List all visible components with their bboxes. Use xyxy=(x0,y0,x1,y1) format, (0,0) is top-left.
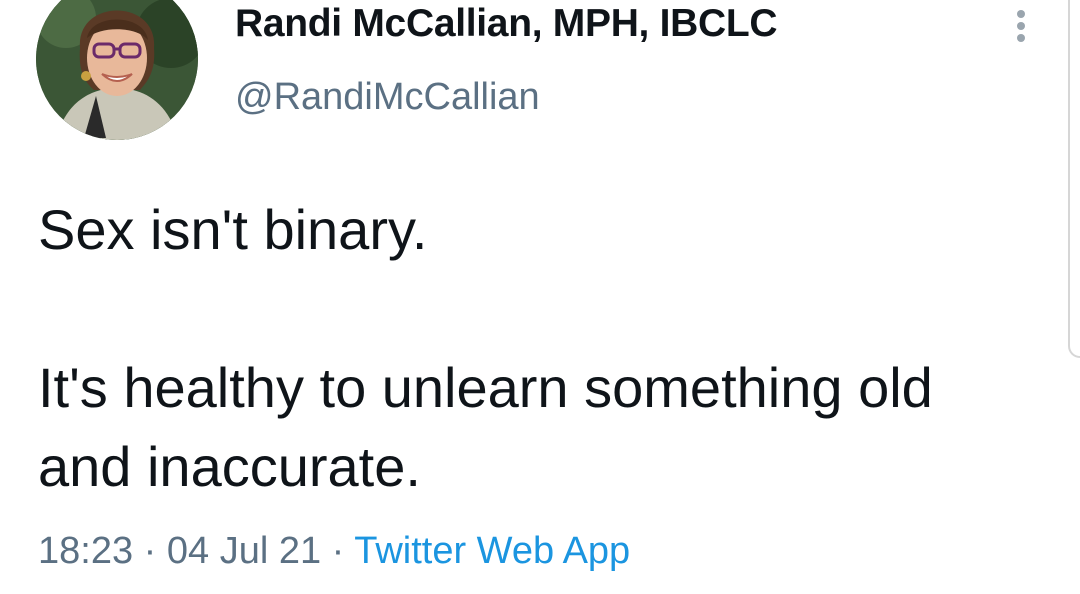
display-name[interactable]: Randi McCallian, MPH, IBCLC xyxy=(235,2,778,46)
meta-separator: · xyxy=(143,530,157,572)
more-vertical-icon-dot xyxy=(1017,34,1025,42)
more-options-button[interactable] xyxy=(1004,6,1038,46)
meta-separator: · xyxy=(331,530,345,572)
tweet-card: Randi McCallian, MPH, IBCLC @RandiMcCall… xyxy=(0,0,1080,594)
tweet-meta: 18:23 · 04 Jul 21 · Twitter Web App xyxy=(38,530,630,573)
tweet-text: Sex isn't binary. It's healthy to unlear… xyxy=(38,198,933,498)
tweet-time[interactable]: 18:23 xyxy=(38,530,133,572)
user-handle[interactable]: @RandiMcCallian xyxy=(235,76,540,119)
tweet-source-link[interactable]: Twitter Web App xyxy=(354,530,630,572)
scroll-edge xyxy=(1068,0,1080,358)
more-vertical-icon xyxy=(1017,10,1025,18)
profile-photo-icon xyxy=(36,0,198,140)
more-vertical-icon-dot xyxy=(1017,22,1025,30)
avatar[interactable] xyxy=(36,0,198,140)
tweet-date[interactable]: 04 Jul 21 xyxy=(167,530,321,572)
